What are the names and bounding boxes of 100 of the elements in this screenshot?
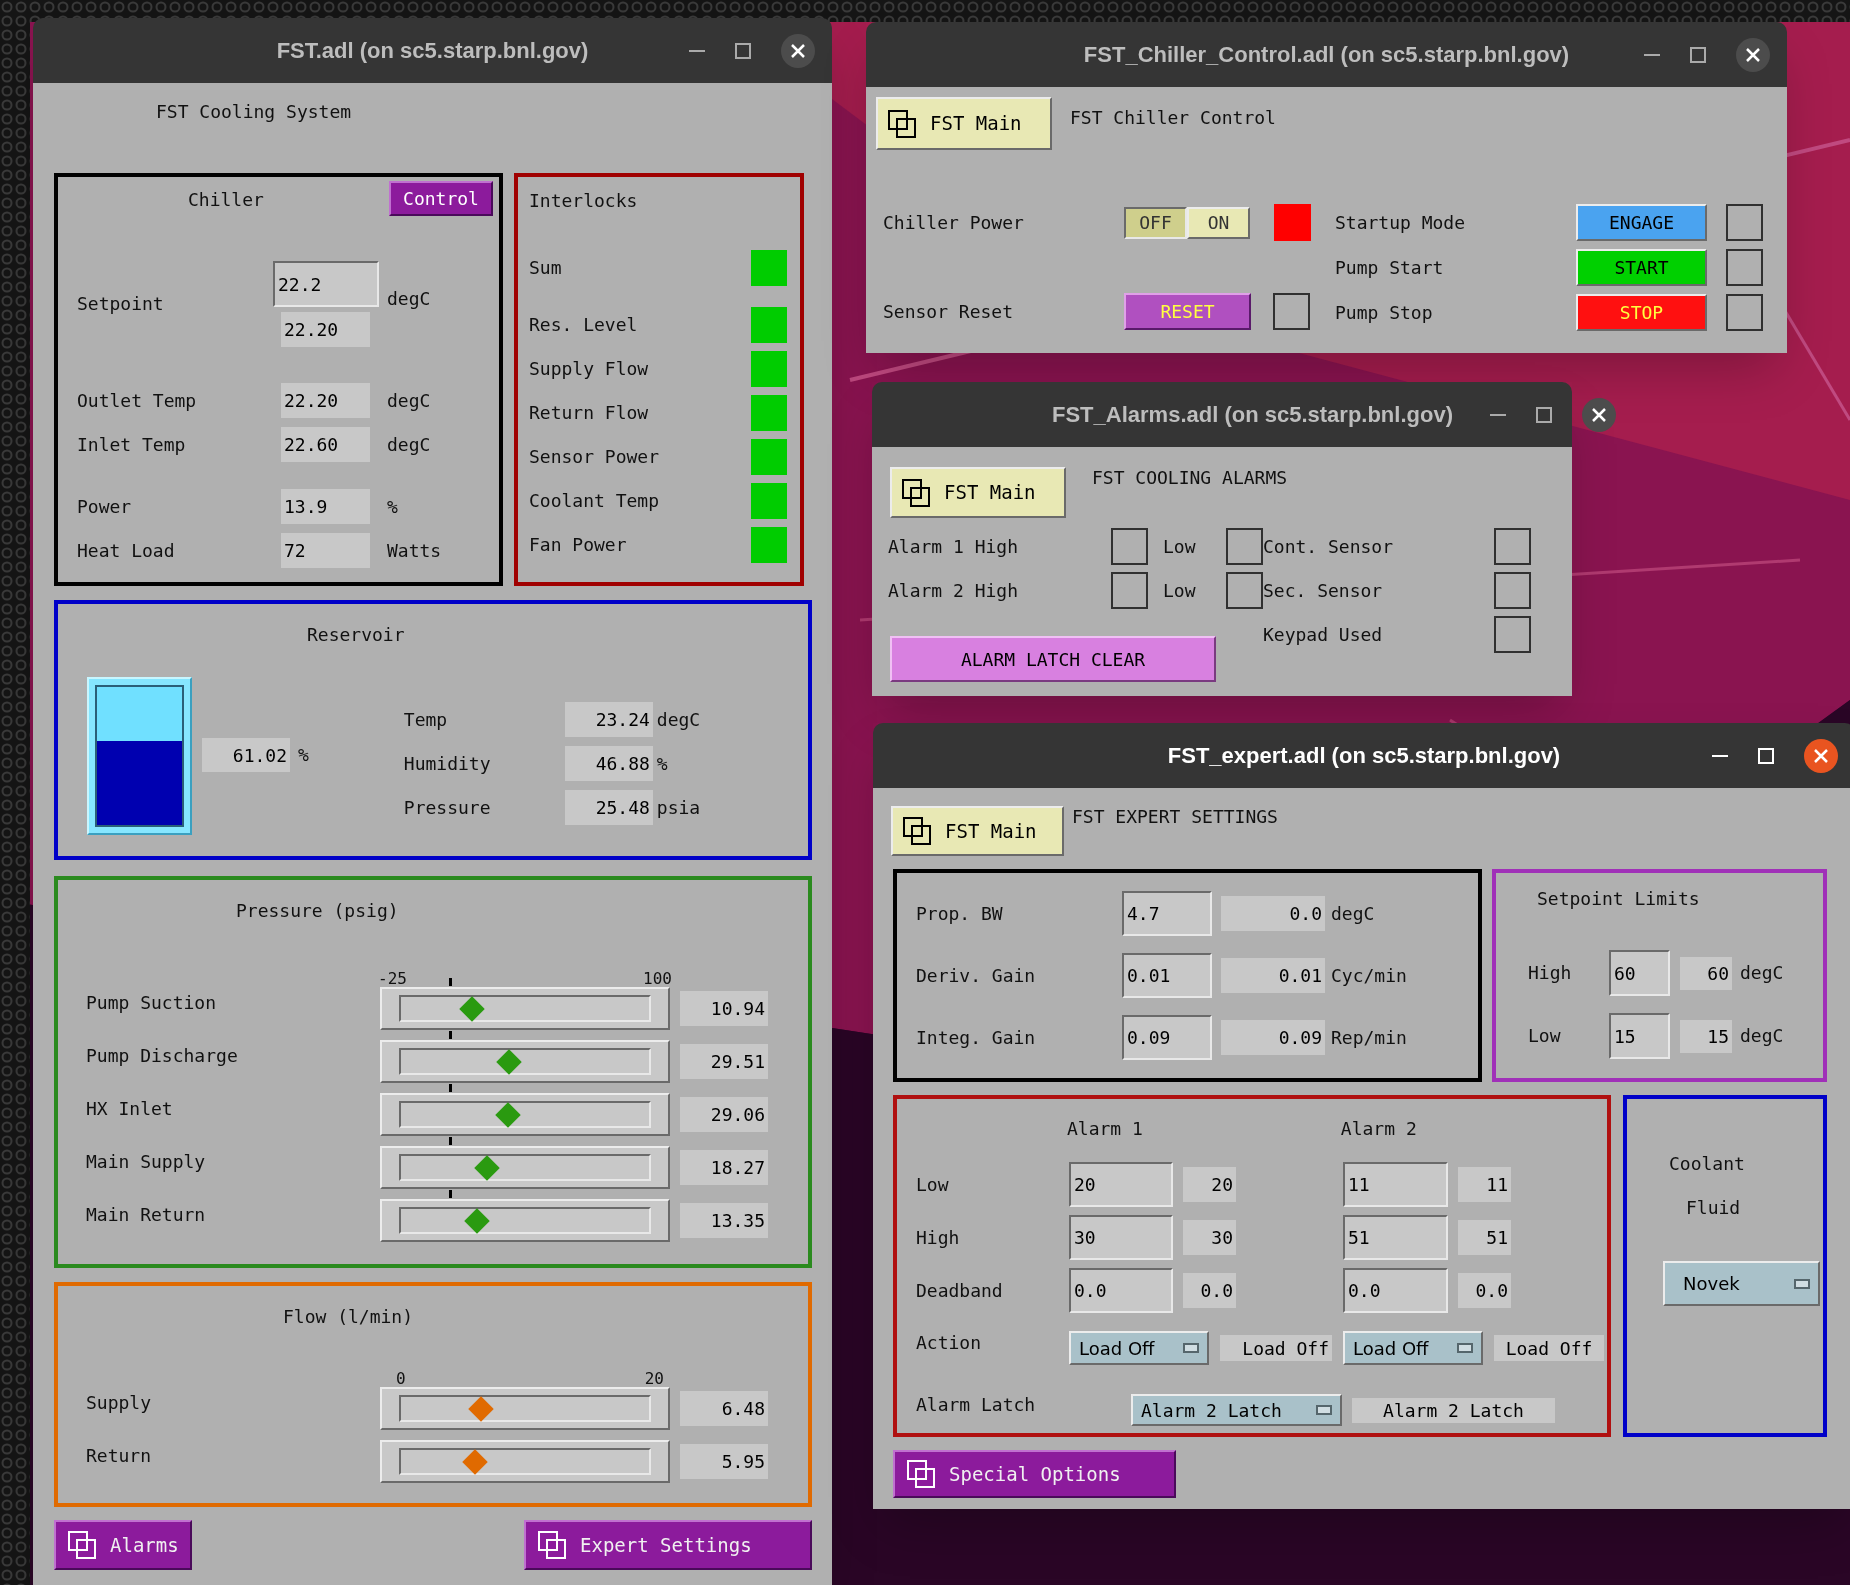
gauge-label: Main Return bbox=[85, 1203, 207, 1226]
interlock-label: Supply Flow bbox=[529, 358, 649, 380]
interlock-label: Sensor Power bbox=[529, 446, 660, 468]
close-icon[interactable] bbox=[1736, 37, 1770, 72]
interlock-label: Fan Power bbox=[529, 534, 627, 556]
readback-value: 13.9 bbox=[281, 489, 370, 524]
field-label: Coolant bbox=[1669, 1153, 1745, 1175]
input-field[interactable]: 0.01 bbox=[1122, 953, 1212, 998]
overlapping-squares-icon bbox=[538, 1531, 566, 1559]
field-label: Fluid bbox=[1686, 1197, 1741, 1219]
alarm-label: Low bbox=[1163, 579, 1197, 602]
maximize-icon[interactable] bbox=[1690, 46, 1706, 63]
input-field[interactable]: 4.7 bbox=[1122, 891, 1212, 936]
field-label: Setpoint bbox=[76, 293, 165, 315]
command-button[interactable]: ENGAGE bbox=[1576, 204, 1707, 241]
readback-value: 22.20 bbox=[281, 383, 370, 418]
readback-value: Alarm 2 Latch bbox=[1352, 1397, 1555, 1423]
readback-value: 72 bbox=[281, 533, 370, 568]
menu-indicator-icon bbox=[1794, 1278, 1810, 1289]
readback-value: 20 bbox=[1183, 1167, 1236, 1202]
field-label: Temp bbox=[403, 708, 449, 731]
input-field[interactable]: 0.09 bbox=[1122, 1015, 1212, 1060]
alarm-latch-clear-button[interactable]: ALARM LATCH CLEAR bbox=[890, 636, 1216, 682]
slider[interactable] bbox=[380, 1387, 670, 1430]
unit-label: % bbox=[387, 495, 398, 518]
gauge-label: Main Supply bbox=[85, 1150, 207, 1173]
maximize-icon[interactable] bbox=[735, 42, 751, 59]
close-icon[interactable] bbox=[1804, 738, 1838, 773]
close-icon[interactable] bbox=[781, 33, 815, 68]
related-display-button[interactable]: Alarms bbox=[54, 1520, 192, 1570]
nav-button[interactable]: FST Main bbox=[891, 806, 1064, 856]
dropdown-menu[interactable]: Novek bbox=[1663, 1261, 1820, 1306]
unit-label: % bbox=[656, 752, 668, 775]
field-label: Humidity bbox=[403, 752, 492, 775]
field-label: Alarm Latch bbox=[915, 1394, 1037, 1416]
toggle-option[interactable]: OFF bbox=[1124, 206, 1187, 239]
interlock-label: Coolant Temp bbox=[529, 490, 660, 512]
readback-value: 51 bbox=[1458, 1220, 1511, 1255]
close-icon[interactable] bbox=[1582, 397, 1616, 432]
input-field[interactable]: 60 bbox=[1609, 950, 1670, 996]
dropdown-menu[interactable]: Load Off bbox=[1343, 1331, 1483, 1365]
toggle-option[interactable]: ON bbox=[1187, 206, 1250, 239]
slider[interactable] bbox=[380, 1440, 670, 1483]
gauge-label: Pump Discharge bbox=[85, 1044, 239, 1067]
field-label: Action bbox=[915, 1332, 983, 1354]
alarm-label: Low bbox=[1163, 535, 1197, 558]
scale-label: 20 bbox=[644, 1371, 664, 1387]
readback-value: 6.48 bbox=[680, 1391, 768, 1426]
readback-value: 5.95 bbox=[680, 1444, 768, 1479]
command-button[interactable]: STOP bbox=[1576, 294, 1707, 331]
nav-button[interactable]: FST Main bbox=[876, 97, 1052, 150]
overlapping-squares-icon bbox=[68, 1531, 96, 1559]
gauge-label: Pump Suction bbox=[85, 991, 218, 1014]
unit-label: degC bbox=[1331, 902, 1375, 925]
unit-label: % bbox=[298, 744, 309, 766]
related-display-button[interactable]: Expert Settings bbox=[524, 1520, 812, 1570]
field-label: Startup Mode bbox=[1335, 211, 1467, 234]
panel-title: Pressure (psig) bbox=[236, 900, 399, 922]
readback-value: 22.60 bbox=[281, 427, 370, 462]
unit-label: Rep/min bbox=[1331, 1026, 1407, 1049]
window-title: FST_Alarms.adl (on sc5.starp.bnl.gov) bbox=[1052, 401, 1453, 429]
readback-value: 60 bbox=[1680, 956, 1732, 990]
field-label: Deriv. Gain bbox=[915, 964, 1037, 987]
gauge-label: HX Inlet bbox=[85, 1097, 174, 1120]
interlock-label: Res. Level bbox=[529, 314, 638, 336]
overlapping-squares-icon bbox=[903, 817, 931, 845]
readback-value: 25.48 bbox=[564, 790, 653, 825]
reset-button[interactable]: RESET bbox=[1124, 293, 1251, 330]
unit-label: degC bbox=[387, 433, 431, 456]
scale-label: 100 bbox=[643, 971, 672, 987]
command-button[interactable]: START bbox=[1576, 249, 1707, 286]
readback-value: Load Off bbox=[1494, 1335, 1604, 1361]
field-label: Pressure bbox=[403, 796, 492, 819]
unit-label: degC bbox=[656, 708, 701, 731]
related-display-button[interactable]: Special Options bbox=[893, 1450, 1176, 1498]
field-label: High bbox=[915, 1226, 961, 1249]
window-heading: FST EXPERT SETTINGS bbox=[1072, 806, 1278, 828]
input-field[interactable]: 20 bbox=[1069, 1162, 1173, 1207]
column-header: Alarm 1 bbox=[1067, 1118, 1143, 1140]
input-field[interactable]: 51 bbox=[1343, 1215, 1448, 1260]
input-field[interactable]: 15 bbox=[1609, 1013, 1670, 1059]
input-field[interactable]: 0.0 bbox=[1069, 1268, 1173, 1313]
scale-tick bbox=[449, 1137, 452, 1145]
maximize-icon[interactable] bbox=[1536, 406, 1552, 423]
dropdown-menu[interactable]: Load Off bbox=[1069, 1331, 1209, 1365]
scale-label: -25 bbox=[378, 971, 407, 987]
control-button[interactable]: Control bbox=[389, 181, 493, 216]
unit-label: Cyc/min bbox=[1331, 964, 1407, 987]
input-field[interactable]: 0.0 bbox=[1343, 1268, 1448, 1313]
nav-button[interactable]: FST Main bbox=[890, 467, 1066, 518]
input-field[interactable]: 22.2 bbox=[273, 261, 379, 307]
scale-label: 0 bbox=[396, 1371, 406, 1387]
input-field[interactable]: 11 bbox=[1343, 1162, 1448, 1207]
dropdown-menu[interactable]: Alarm 2 Latch bbox=[1131, 1394, 1342, 1426]
readback-value: 23.24 bbox=[564, 702, 653, 737]
input-field[interactable]: 30 bbox=[1069, 1215, 1173, 1260]
panel-title: Interlocks bbox=[529, 190, 638, 212]
interlock-label: Return Flow bbox=[529, 402, 649, 424]
readback-value: 11 bbox=[1458, 1167, 1511, 1202]
field-label: Deadband bbox=[915, 1279, 1004, 1302]
